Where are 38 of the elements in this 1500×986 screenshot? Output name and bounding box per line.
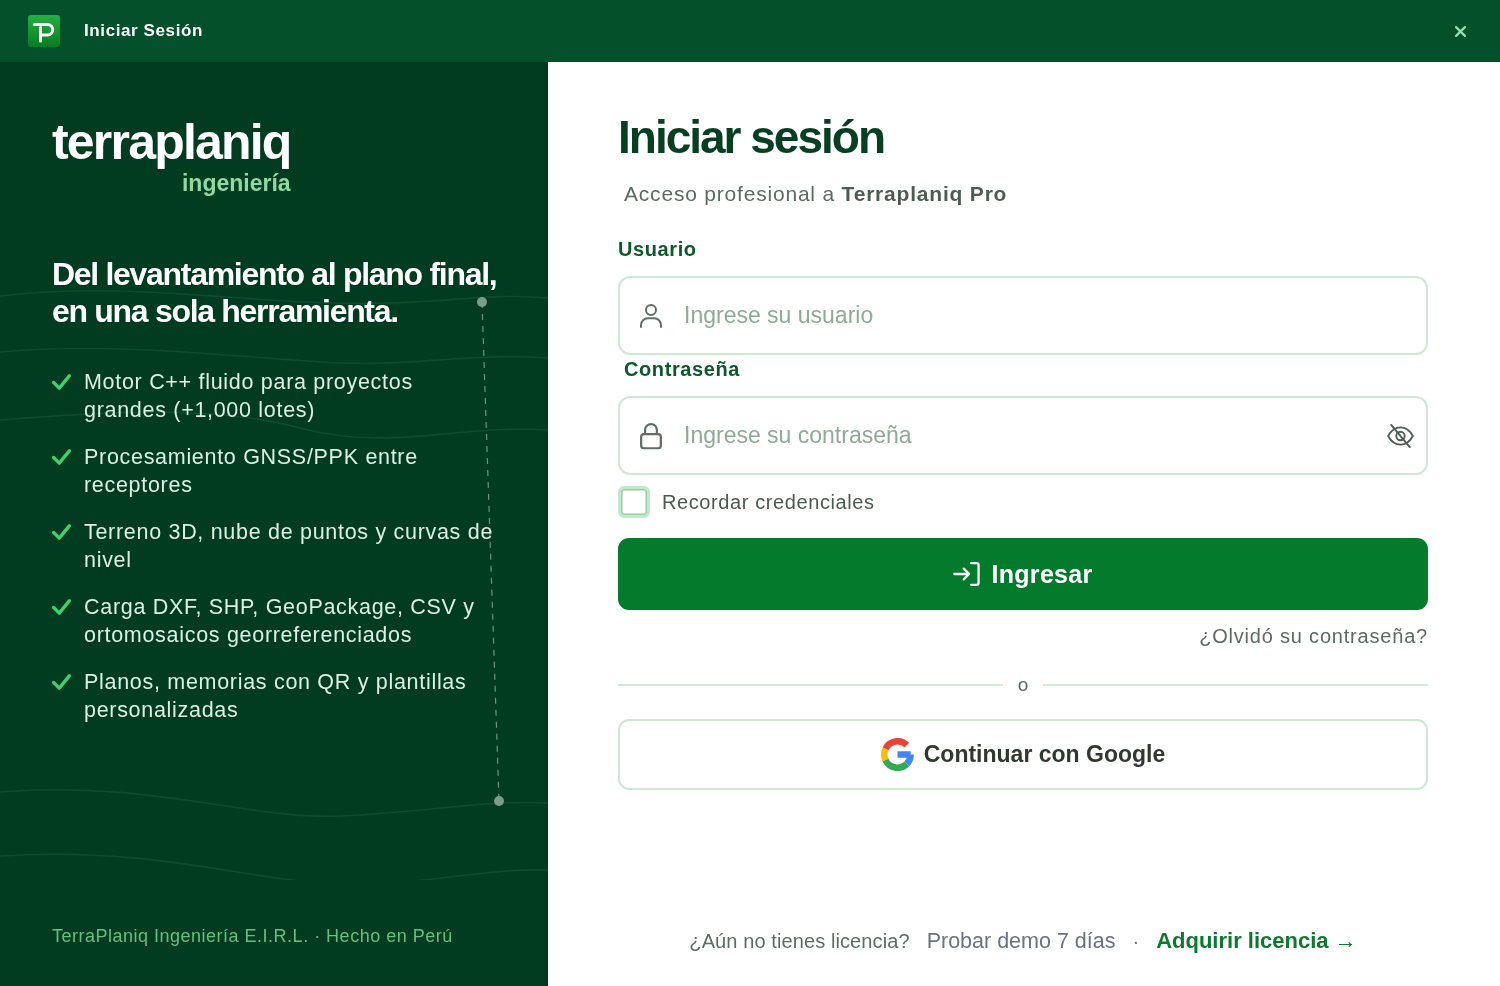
username-field[interactable]: Ingrese su usuario — [618, 276, 1428, 355]
password-field[interactable]: Ingrese su contraseña — [618, 396, 1428, 475]
close-icon[interactable] — [1455, 25, 1466, 37]
login-button[interactable]: Ingresar — [618, 538, 1428, 610]
check-icon — [52, 674, 71, 690]
lock-icon — [640, 422, 662, 449]
feature-text: Motor C++ fluido para proyectos grandes (+1,000 lotes) — [84, 369, 414, 424]
feature-text: Terreno 3D, nube de puntos y curvas de nivel — [84, 519, 495, 574]
check-icon — [52, 524, 71, 540]
feature-text: Carga DXF, SHP, GeoPackage, CSV y ortomosaicos georreferenciados — [84, 594, 476, 649]
user-icon — [640, 303, 662, 328]
check-icon — [52, 599, 71, 615]
login-icon — [953, 562, 981, 586]
headline: Del levantamiento al plano final, en una sola herramienta. — [52, 256, 497, 329]
app-logo-icon — [28, 15, 60, 47]
field-label: Usuario — [618, 237, 697, 261]
feature-text: Procesamiento GNSS/PPK entre receptores — [84, 444, 419, 499]
google-signin-button[interactable]: Continuar con Google — [618, 719, 1428, 790]
remember-checkbox[interactable] — [618, 486, 650, 518]
wordmark: terraplaniq — [52, 117, 291, 167]
license-prompt-text: ¿Aún no tienes licencia? — [689, 929, 910, 954]
forgot-password-link[interactable]: ¿Olvidó su contraseña? — [1199, 624, 1428, 648]
field-label: Contraseña — [624, 357, 741, 381]
check-icon — [52, 449, 71, 465]
window-title: Iniciar Sesión — [84, 21, 203, 41]
subtitle: Acceso profesional a Terraplaniq Pro — [624, 181, 1008, 207]
license-link[interactable]: Adquirir licencia → — [1156, 927, 1357, 955]
separator-text: · — [1132, 929, 1140, 954]
company-footer-text: TerraPlaniq Ingeniería E.I.R.L. · Hecho en Perú — [52, 926, 453, 946]
feature-text: Planos, memorias con QR y plantillas personalizadas — [84, 669, 468, 724]
check-icon — [52, 374, 71, 390]
remember-label: Recordar credenciales — [662, 490, 875, 514]
wordmark-tagline: ingeniería — [181, 170, 291, 196]
login-title: Iniciar sesión — [618, 112, 884, 162]
eye-slash-icon[interactable] — [1387, 423, 1414, 448]
demo-link[interactable]: Probar demo 7 días — [926, 927, 1116, 955]
separator-label: o — [1017, 675, 1029, 695]
google-icon — [880, 738, 914, 771]
